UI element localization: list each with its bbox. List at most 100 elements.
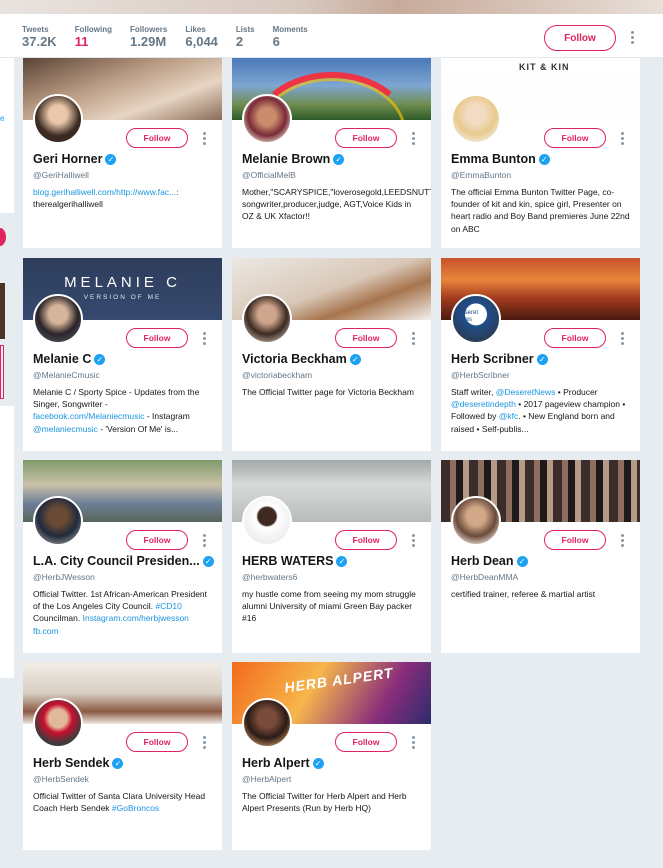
follow-button[interactable]: Follow (126, 128, 188, 148)
bio-text: The official Emma Bunton Twitter Page, c… (451, 186, 633, 235)
follow-button[interactable]: Follow (335, 128, 397, 148)
display-name-row: Herb Scribner ✓ (451, 352, 636, 366)
more-options-icon[interactable] (201, 132, 207, 146)
username[interactable]: @OfficialMelB (242, 170, 296, 180)
stat-followers[interactable]: Followers 1.29M (130, 25, 167, 49)
stat-moments[interactable]: Moments 6 (273, 25, 308, 49)
more-options-icon[interactable] (201, 332, 207, 346)
display-name[interactable]: Herb Sendek (33, 756, 109, 770)
follow-button[interactable]: Follow (126, 732, 188, 752)
user-card[interactable]: Follow Herb Sendek ✓ @HerbSendek Official Tw… (23, 662, 222, 850)
bio-text: Staff writer, @DeseretNews • Producer @d… (451, 386, 633, 435)
avatar[interactable] (242, 698, 292, 748)
username[interactable]: @GeriHalliwell (33, 170, 89, 180)
user-card[interactable]: Follow Melanie Brown ✓ @OfficialMelB Mother,… (232, 58, 431, 248)
follow-button[interactable]: Follow (126, 530, 188, 550)
username[interactable]: @HerbDeanMMA (451, 572, 518, 582)
avatar[interactable] (451, 496, 501, 546)
display-name[interactable]: HERB WATERS (242, 554, 333, 568)
display-name[interactable]: Melanie C (33, 352, 91, 366)
user-card[interactable]: HERB ALPERT Follow Herb Alpert ✓ @HerbAlpert… (232, 662, 431, 850)
sidebar-link-fragment[interactable]: e (0, 114, 4, 123)
display-name[interactable]: Victoria Beckham (242, 352, 347, 366)
more-options-icon[interactable] (619, 534, 625, 548)
user-card[interactable]: Follow Herb Dean ✓ @HerbDeanMMA certified tr… (441, 460, 640, 653)
bio-text-segment: - Instagram (144, 411, 190, 422)
bio-text: blog.gerihalliwell.com/http://www.fac...… (33, 186, 215, 210)
display-name-row: Herb Alpert ✓ (242, 756, 427, 770)
username[interactable]: @HerbAlpert (242, 774, 291, 784)
follow-button[interactable]: Follow (544, 128, 606, 148)
follow-button[interactable]: Follow (544, 530, 606, 550)
stat-lists[interactable]: Lists 2 (236, 25, 255, 49)
verified-badge-icon: ✓ (112, 757, 124, 769)
follow-button[interactable]: Follow (335, 732, 397, 752)
display-name-row: L.A. City Council Presiden... ✓ (33, 554, 218, 568)
bio-link[interactable]: facebook.com/Melaniecmusic (33, 411, 145, 421)
display-name[interactable]: L.A. City Council Presiden... (33, 554, 200, 568)
follow-button[interactable]: Follow (335, 328, 397, 348)
more-options-icon[interactable] (410, 332, 416, 346)
avatar[interactable] (242, 94, 292, 144)
user-card[interactable]: Follow Victoria Beckham ✓ @victoriabeckham T… (232, 258, 431, 451)
follow-button[interactable]: Follow (335, 530, 397, 550)
stat-tweets[interactable]: Tweets 37.2K (22, 25, 57, 49)
more-options-icon[interactable] (628, 30, 636, 46)
avatar[interactable] (242, 294, 292, 344)
avatar[interactable] (242, 496, 292, 546)
bio-link[interactable]: @deseretindepth (451, 399, 516, 409)
display-name[interactable]: Melanie Brown (242, 152, 330, 166)
username[interactable]: @herbwaters6 (242, 572, 297, 582)
bio-link[interactable]: @melaniecmusic (33, 424, 98, 434)
verified-badge-icon: ✓ (312, 757, 324, 769)
stat-following[interactable]: Following 11 (75, 25, 112, 49)
sidebar-red-badge (0, 228, 6, 246)
follow-button[interactable]: Follow (126, 328, 188, 348)
avatar[interactable] (33, 496, 83, 546)
user-card[interactable]: MELANIE C VERSION OF ME Follow Melanie C ✓ @M… (23, 258, 222, 451)
username[interactable]: @HerbSendek (33, 774, 89, 784)
username[interactable]: @MelanieCmusic (33, 370, 100, 380)
bio-link[interactable]: #GoBroncos (112, 803, 159, 813)
display-name[interactable]: Herb Scribner (451, 352, 534, 366)
avatar[interactable] (33, 94, 83, 144)
more-options-icon[interactable] (410, 534, 416, 548)
more-options-icon[interactable] (619, 332, 625, 346)
user-card[interactable]: Follow HERB WATERS ✓ @herbwaters6 my hustle … (232, 460, 431, 653)
bio-link[interactable]: @kfc (499, 411, 519, 421)
avatar[interactable] (451, 94, 501, 144)
bio-text-segment: - 'Version Of Me' is... (97, 423, 179, 434)
more-options-icon[interactable] (201, 534, 207, 548)
avatar[interactable]: Deseret News (451, 294, 501, 344)
sidebar-photo-fragment (0, 283, 5, 339)
user-card[interactable]: Follow L.A. City Council Presiden... ✓ @Her… (23, 460, 222, 653)
verified-badge-icon: ✓ (333, 153, 345, 165)
display-name[interactable]: Emma Bunton (451, 152, 536, 166)
more-options-icon[interactable] (410, 132, 416, 146)
avatar[interactable] (33, 294, 83, 344)
profile-nav-bar: Tweets 37.2K Following 11 Followers 1.29M L… (0, 14, 663, 58)
username[interactable]: @victoriabeckham (242, 370, 312, 380)
avatar[interactable] (33, 698, 83, 748)
bio-link[interactable]: #CD10 (155, 601, 181, 611)
sidebar-red-box-fragment (0, 345, 4, 399)
display-name[interactable]: Herb Dean (451, 554, 514, 568)
follow-button[interactable]: Follow (544, 328, 606, 348)
display-name[interactable]: Herb Alpert (242, 756, 310, 770)
more-options-icon[interactable] (410, 736, 416, 750)
more-options-icon[interactable] (201, 736, 207, 750)
bio-text-segment: • Producer (555, 387, 598, 397)
bio-link[interactable]: blog.gerihalliwell.com/http://www.fac... (33, 187, 176, 197)
user-card[interactable]: Deseret News Follow Herb Scribner ✓ @HerbScr… (441, 258, 640, 451)
stat-likes[interactable]: Likes 6,044 (185, 25, 218, 49)
bio-link[interactable]: @DeseretNews (496, 387, 556, 397)
stat-value: 6 (272, 34, 280, 49)
user-card[interactable]: KIT & KIN Follow Emma Bunton ✓ @EmmaBunton Th… (441, 58, 640, 248)
more-options-icon[interactable] (619, 132, 625, 146)
profile-follow-button[interactable]: Follow (544, 25, 616, 51)
username[interactable]: @HerbScribner (451, 370, 510, 380)
username[interactable]: @HerbJWesson (33, 572, 95, 582)
display-name[interactable]: Geri Horner (33, 152, 102, 166)
username[interactable]: @EmmaBunton (451, 170, 511, 180)
user-card[interactable]: Follow Geri Horner ✓ @GeriHalliwell blog.ger… (23, 58, 222, 248)
